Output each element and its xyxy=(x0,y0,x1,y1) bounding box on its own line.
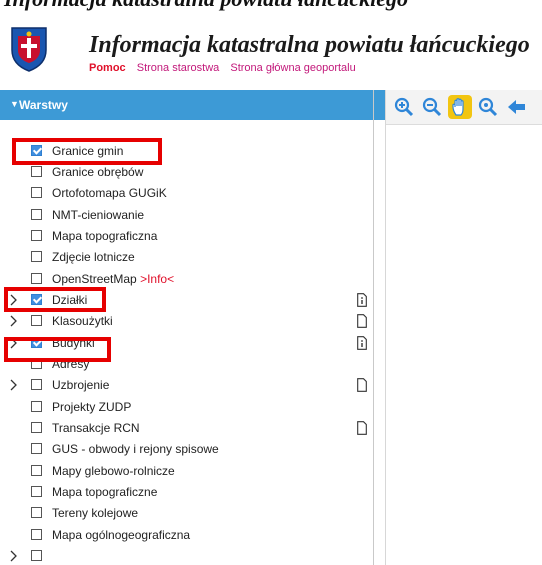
layer-checkbox[interactable] xyxy=(31,273,42,284)
layer-checkbox[interactable] xyxy=(31,209,42,220)
layer-checkbox[interactable] xyxy=(31,187,42,198)
layer-gus-obwody[interactable]: GUS - obwody i rejony spisowe xyxy=(0,440,373,461)
layer-granice-obrebow[interactable]: Granice obrębów xyxy=(0,163,373,184)
layer-label: Transakcje RCN xyxy=(52,421,140,435)
chevron-right-icon[interactable] xyxy=(9,550,19,562)
zoom-out-icon[interactable] xyxy=(420,95,444,119)
layer-checkbox[interactable] xyxy=(31,422,42,433)
layer-label: NMT-cieniowanie xyxy=(52,208,145,222)
layer-mapy-glebowo-rolnicze[interactable]: Mapy glebowo-rolnicze xyxy=(0,462,373,483)
county-site-link[interactable]: Strona starostwa xyxy=(137,62,220,74)
geoportal-home-link[interactable]: Strona główna geoportalu xyxy=(230,62,355,74)
layer-uzbrojenie[interactable]: Uzbrojenie xyxy=(0,376,373,397)
layer-projekty-zudp[interactable]: Projekty ZUDP xyxy=(0,398,373,419)
zoom-extent-icon[interactable] xyxy=(476,95,500,119)
layer-label: Mapa topograficzne xyxy=(52,485,158,499)
layer-label: Mapa ogólnogeograficzna xyxy=(52,528,191,542)
layers-panel-header[interactable]: ▼ Warstwy xyxy=(0,90,373,120)
highlight-dzialki xyxy=(4,287,106,312)
highlight-granice-gmin xyxy=(12,138,162,165)
layer-mapa-ogolnogeograficzna[interactable]: Mapa ogólnogeograficzna xyxy=(0,526,373,547)
layer-label: Mapa topograficzna xyxy=(52,229,158,243)
layer-checkbox[interactable] xyxy=(31,443,42,454)
map-toolbar xyxy=(386,90,542,125)
cropped-title-strip: Informacja katastralna powiatu łańcuckie… xyxy=(0,0,542,12)
layer-zdjecie-lotnicze[interactable]: Zdjęcie lotnicze xyxy=(0,248,373,269)
document-icon[interactable] xyxy=(357,421,367,435)
info-document-icon[interactable] xyxy=(357,293,367,307)
document-icon[interactable] xyxy=(357,378,367,392)
layer-transakcje-rcn[interactable]: Transakcje RCN xyxy=(0,419,373,440)
layer-checkbox[interactable] xyxy=(31,401,42,412)
layer-checkbox[interactable] xyxy=(31,379,42,390)
layer-klasouzytki[interactable]: Klasoużytki xyxy=(0,312,373,333)
layer-label: Projekty ZUDP xyxy=(52,400,132,414)
map-canvas[interactable] xyxy=(385,90,542,565)
chevron-right-icon[interactable] xyxy=(9,379,19,391)
layer-ortofotomapa[interactable]: Ortofotomapa GUGiK xyxy=(0,184,373,205)
app-title: Informacja katastralna powiatu łańcuckie… xyxy=(89,32,530,58)
layer-mapa-topograficzna[interactable]: Mapa topograficzna xyxy=(0,227,373,248)
layer-checkbox[interactable] xyxy=(31,529,42,540)
layer-checkbox[interactable] xyxy=(31,166,42,177)
document-icon[interactable] xyxy=(357,314,367,328)
layer-label: Ortofotomapa GUGiK xyxy=(52,186,167,200)
layers-panel-title: Warstwy xyxy=(19,98,68,112)
app-header: Informacja katastralna powiatu łańcuckie… xyxy=(0,12,542,90)
highlight-budynki xyxy=(4,337,111,362)
layer-label: Klasoużytki xyxy=(52,314,113,328)
layer-label-text: OpenStreetMap xyxy=(52,272,141,286)
back-arrow-icon[interactable] xyxy=(504,95,528,119)
info-document-icon[interactable] xyxy=(357,336,367,350)
pan-hand-icon[interactable] xyxy=(448,95,472,119)
help-link[interactable]: Pomoc xyxy=(89,62,126,74)
map-gutter xyxy=(375,120,385,565)
osm-info-link[interactable]: >Info< xyxy=(140,272,174,286)
coat-of-arms-icon xyxy=(10,26,48,72)
layer-label: OpenStreetMap >Info< xyxy=(52,272,174,286)
layer-checkbox[interactable] xyxy=(31,465,42,476)
layer-cropped[interactable] xyxy=(0,547,373,565)
header-links: Pomoc Strona starostwa Strona główna geo… xyxy=(89,62,364,74)
layer-checkbox[interactable] xyxy=(31,507,42,518)
layer-label: GUS - obwody i rejony spisowe xyxy=(52,442,219,456)
layer-checkbox[interactable] xyxy=(31,550,42,561)
layer-label: Granice obrębów xyxy=(52,165,144,179)
zoom-in-icon[interactable] xyxy=(392,95,416,119)
layer-label: Mapy glebowo-rolnicze xyxy=(52,464,175,478)
layer-checkbox[interactable] xyxy=(31,315,42,326)
layer-mapa-topograficzne[interactable]: Mapa topograficzne xyxy=(0,483,373,504)
layer-nmt[interactable]: NMT-cieniowanie xyxy=(0,206,373,227)
cropped-title-text: Informacja katastralna powiatu łańcuckie… xyxy=(4,0,408,12)
chevron-right-icon[interactable] xyxy=(9,315,19,327)
layer-tereny-kolejowe[interactable]: Tereny kolejowe xyxy=(0,504,373,525)
layer-label: Zdjęcie lotnicze xyxy=(52,250,135,264)
layer-label: Uzbrojenie xyxy=(52,378,110,392)
layer-checkbox[interactable] xyxy=(31,230,42,241)
layer-checkbox[interactable] xyxy=(31,486,42,497)
layer-checkbox[interactable] xyxy=(31,251,42,262)
layer-label: Tereny kolejowe xyxy=(52,506,139,520)
chevron-down-icon: ▼ xyxy=(10,99,19,109)
